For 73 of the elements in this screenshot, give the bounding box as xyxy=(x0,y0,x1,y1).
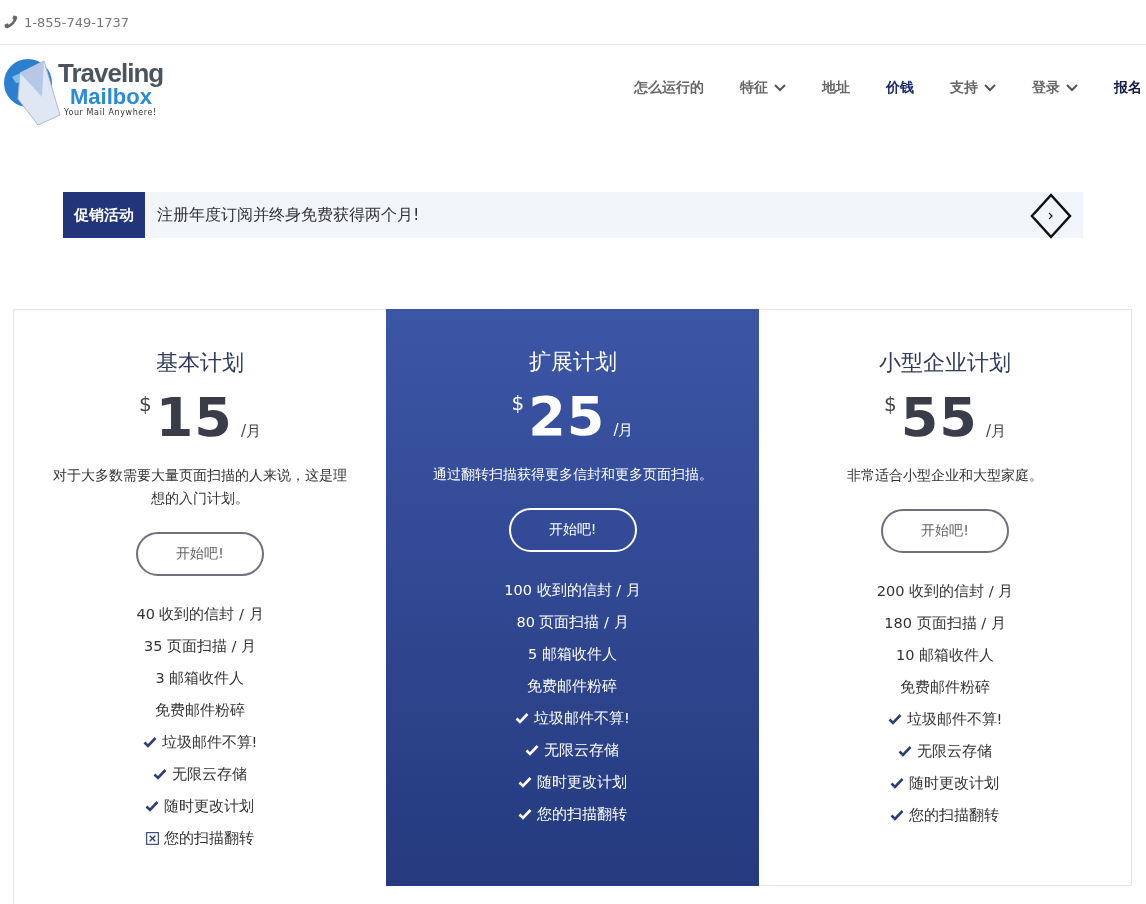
plan-feature: 100 收到的信封 / 月 xyxy=(504,580,641,600)
plan-feature: 80 页面扫描 / 月 xyxy=(516,612,629,632)
plan-name: 扩展计划 xyxy=(528,348,617,376)
plan-feature: 垃圾邮件不算! xyxy=(906,709,1003,729)
plan-feature: 40 收到的信封 / 月 xyxy=(136,604,264,624)
plan-price: 15 xyxy=(155,388,233,448)
plan-feature: 随时更改计划 xyxy=(537,772,627,792)
checkmark-icon xyxy=(887,713,902,725)
nav-link[interactable]: 特征 xyxy=(740,79,786,97)
checkmark-icon xyxy=(153,768,167,780)
nav-link[interactable]: 登录 xyxy=(1032,79,1078,97)
plan-name: 小型企业计划 xyxy=(879,349,1011,377)
logo-tagline: Your Mail Anywhere! xyxy=(64,108,158,117)
plan-feature: 180 页面扫描 / 月 xyxy=(884,613,1006,633)
plan-price: 25 xyxy=(528,387,606,447)
logo-wordmark: Mailbox xyxy=(70,85,152,108)
currency-symbol: $ xyxy=(884,392,897,416)
chevron-down-icon xyxy=(984,84,996,92)
checkmark-icon xyxy=(890,809,905,821)
currency-symbol: $ xyxy=(511,391,525,415)
promo-tag: 促销活动 xyxy=(63,192,145,238)
plan-description: 非常适合小型企业和大型家庭。 xyxy=(846,466,1044,485)
checkmark-icon xyxy=(898,745,912,757)
nav-link[interactable]: 怎么运行的 xyxy=(634,79,704,97)
checkmark-icon xyxy=(142,736,157,748)
price-period: /月 xyxy=(613,421,634,440)
chevron-down-icon xyxy=(1066,84,1078,92)
chevron-down-icon xyxy=(774,84,786,92)
plan-feature: 35 页面扫描 / 月 xyxy=(143,636,257,656)
currency-symbol: $ xyxy=(139,392,152,416)
plan-feature: 您的扫描翻转 xyxy=(164,828,254,848)
get-started-button[interactable]: 开始吧! xyxy=(881,509,1009,553)
checkmark-icon xyxy=(518,776,532,788)
logo[interactable]: Traveling Mailbox Your Mail Anywhere! xyxy=(2,51,182,125)
plan-feature: 无限云存储 xyxy=(544,740,620,760)
plan-feature: 200 收到的信封 / 月 xyxy=(876,581,1014,601)
checkmark-icon xyxy=(145,800,160,812)
nav-link[interactable]: 报名 xyxy=(1114,79,1142,97)
plan-feature: 5 邮箱收件人 xyxy=(528,644,617,664)
get-started-button[interactable]: 开始吧! xyxy=(136,532,264,576)
phone-icon xyxy=(4,15,18,29)
plan-feature: 免费邮件粉碎 xyxy=(527,676,618,696)
checkmark-icon xyxy=(890,777,905,789)
plan-price: 55 xyxy=(900,388,978,448)
checkmark-icon xyxy=(518,808,532,820)
plan-description: 通过翻转扫描获得更多信封和更多页面扫描。 xyxy=(431,465,714,484)
plan-feature: 随时更改计划 xyxy=(164,796,255,816)
plan-name: 基本计划 xyxy=(156,349,244,377)
price-period: /月 xyxy=(240,422,261,441)
plan-feature: 随时更改计划 xyxy=(909,773,1000,793)
plan-feature: 3 邮箱收件人 xyxy=(155,668,245,688)
plan-feature: 垃圾邮件不算! xyxy=(534,708,630,728)
close-icon[interactable] xyxy=(1029,192,1073,240)
nav-link[interactable]: 地址 xyxy=(822,79,850,97)
promo-text: 注册年度订阅并终身免费获得两个月! xyxy=(157,204,420,226)
nav-link[interactable]: 价钱 xyxy=(886,79,914,97)
plan-feature: 10 邮箱收件人 xyxy=(895,645,994,665)
plan-feature: 您的扫描翻转 xyxy=(537,804,627,824)
plan-feature: 垃圾邮件不算! xyxy=(161,732,258,752)
logo-wordmark: Traveling xyxy=(58,59,164,86)
plan-feature: 无限云存储 xyxy=(917,741,992,761)
x-box-icon xyxy=(146,831,159,845)
checkmark-icon xyxy=(525,744,540,756)
get-started-button[interactable]: 开始吧! xyxy=(508,508,637,552)
phone-number[interactable]: 1-855-749-1737 xyxy=(24,14,130,30)
plan-feature: 您的扫描翻转 xyxy=(909,805,1000,825)
plan-feature: 免费邮件粉碎 xyxy=(900,677,990,697)
plan-description: 对于大多数需要大量页面扫描的人来说，这是理想的入门计划。 xyxy=(52,466,348,508)
plan-feature: 无限云存储 xyxy=(172,764,247,784)
price-period: /月 xyxy=(985,422,1006,441)
checkmark-icon xyxy=(515,712,530,724)
plan-feature: 免费邮件粉碎 xyxy=(155,700,245,720)
nav-link[interactable]: 支持 xyxy=(950,79,996,97)
